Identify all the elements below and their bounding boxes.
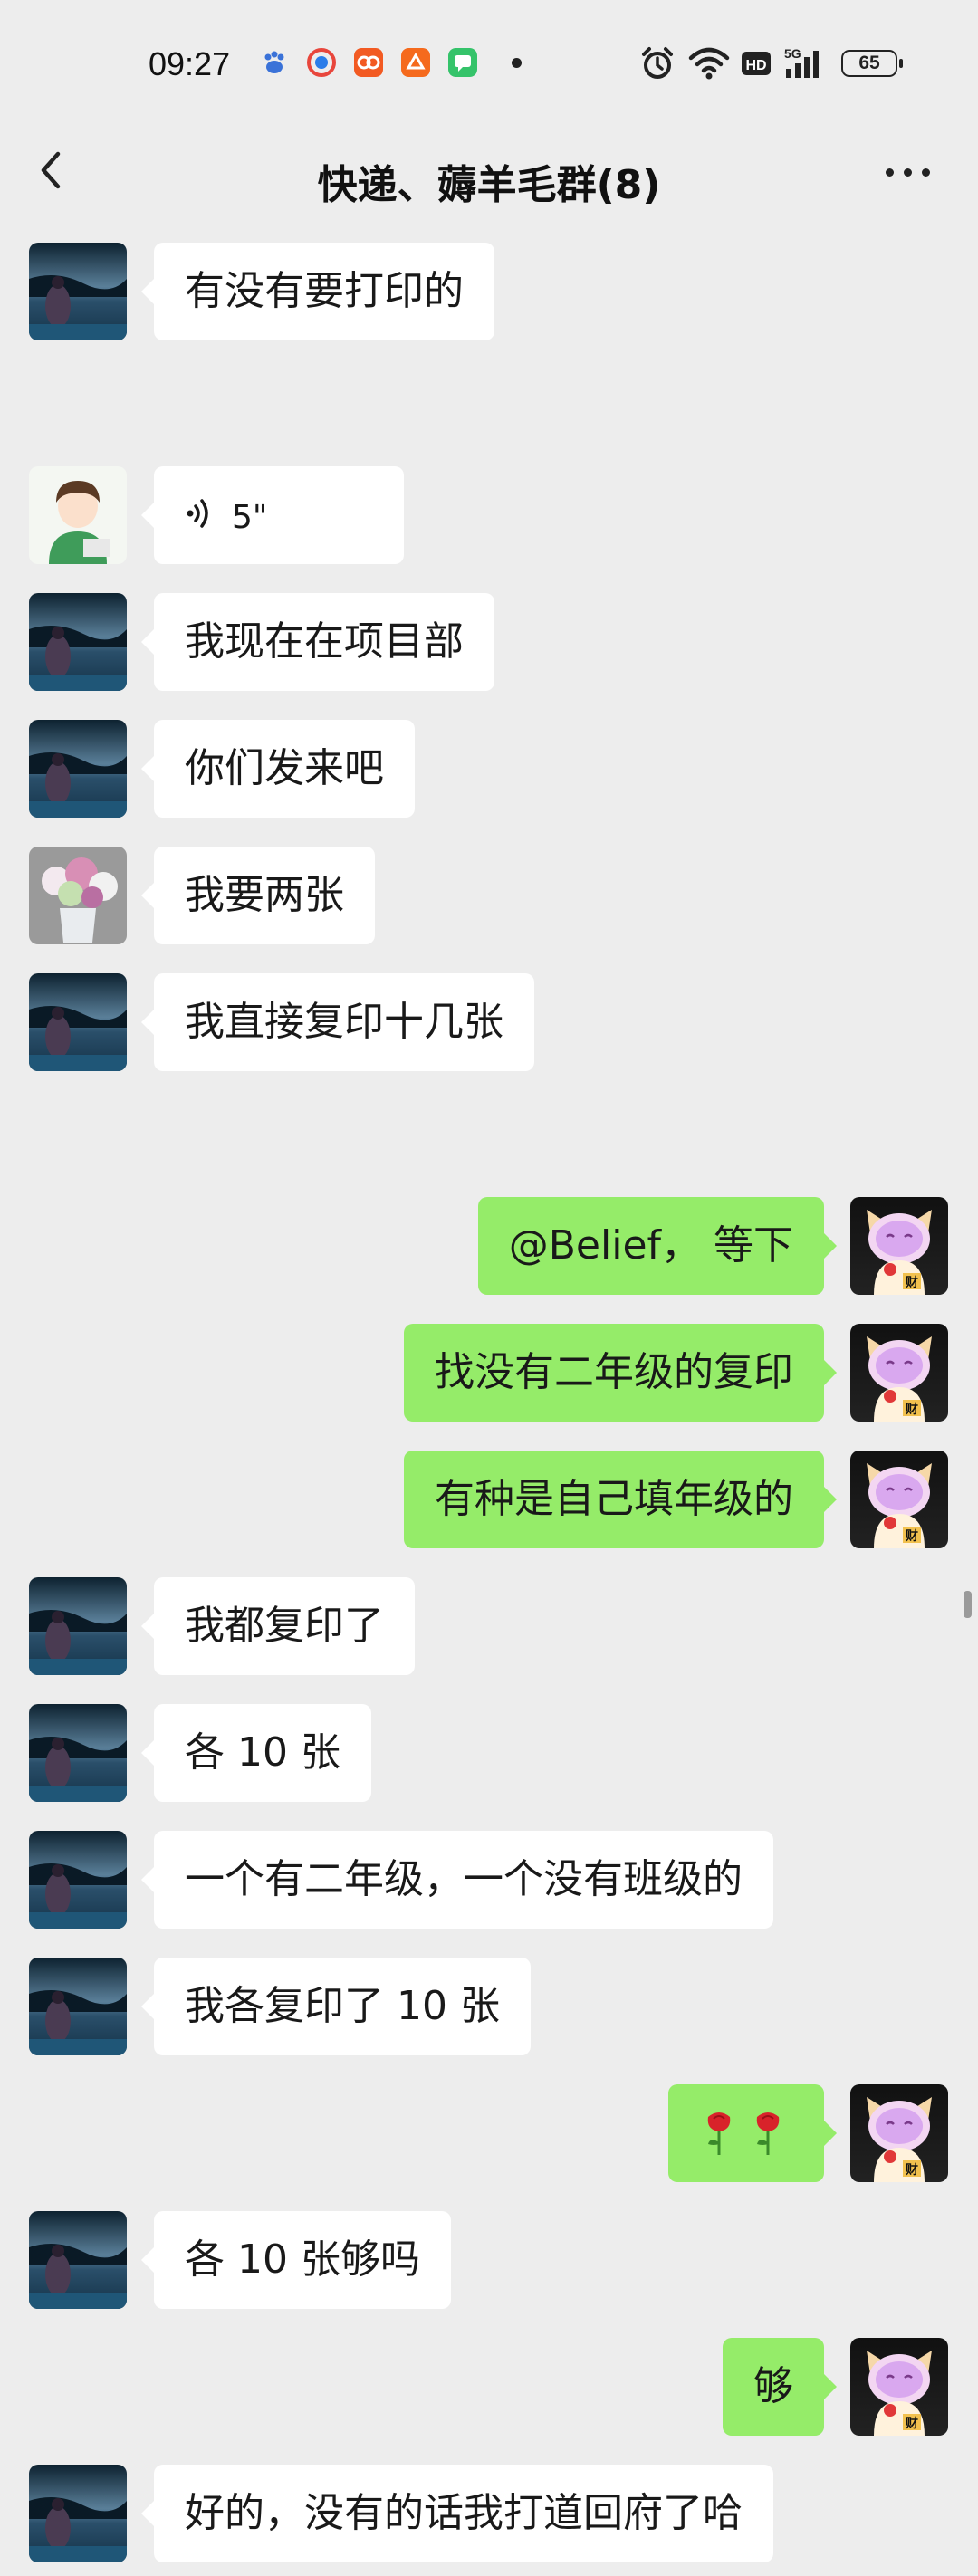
avatar[interactable] (29, 973, 127, 1071)
message-row: 我要两张 (0, 847, 978, 946)
message-app-icon (448, 48, 477, 77)
avatar[interactable] (29, 466, 127, 564)
battery-level: 65 (858, 53, 880, 73)
avatar[interactable] (29, 243, 127, 340)
voice-icon (187, 499, 208, 528)
avatar[interactable]: 财 (850, 1197, 948, 1295)
avatar[interactable] (29, 1958, 127, 2055)
alarm-icon (642, 47, 673, 79)
message-bubble[interactable]: @Belief， 等下 (477, 1197, 838, 1295)
svg-text:财: 财 (905, 1402, 918, 1417)
browser-app-icon (307, 48, 336, 77)
message-row: 你们发来吧 (0, 720, 978, 819)
message-bubble[interactable]: 各 10 张 (141, 1704, 371, 1802)
message-bubble[interactable]: 我现在在项目部 (141, 593, 494, 691)
message-row: 财 够 (0, 2338, 978, 2437)
message-row: 我现在在项目部 (0, 593, 978, 693)
chat-header: 快递、薅羊毛群(8) (0, 118, 978, 226)
message-bubble[interactable]: 好的，没有的话我打道回府了哈 (141, 2465, 773, 2562)
message-bubble[interactable]: 有种是自己填年级的 (404, 1451, 837, 1548)
avatar[interactable] (29, 1577, 127, 1675)
message-row: 好的，没有的话我打道回府了哈 (0, 2465, 978, 2564)
message-bubble[interactable]: 够 (723, 2338, 837, 2436)
message-row: 财 有种是自己填年级的 (0, 1451, 978, 1550)
avatar[interactable] (29, 1704, 127, 1802)
svg-text:财: 财 (905, 1275, 918, 1290)
message-bubble[interactable]: 我各复印了 10 张 (141, 1958, 531, 2055)
message-bubble[interactable]: 各 10 张够吗 (141, 2211, 451, 2309)
hd-icon: HD (742, 52, 771, 75)
message-row: 财 @Belief， 等下 (0, 1197, 978, 1297)
taobao-app-icon (354, 48, 383, 77)
avatar[interactable] (29, 2465, 127, 2562)
emoji-message-bubble[interactable] (668, 2084, 837, 2182)
message-bubble[interactable]: 我直接复印十几张 (141, 973, 534, 1071)
message-bubble[interactable]: 找没有二年级的复印 (404, 1324, 837, 1422)
avatar[interactable]: 财 (850, 1324, 948, 1422)
avatar[interactable] (29, 847, 127, 944)
message-row: 财 (0, 2084, 978, 2184)
message-row: 财 找没有二年级的复印 (0, 1324, 978, 1423)
more-notifications-dot (512, 58, 522, 68)
5g-signal-icon: 5G (784, 46, 819, 78)
avatar[interactable]: 财 (850, 2084, 948, 2182)
svg-text:财: 财 (905, 2162, 918, 2178)
message-bubble[interactable]: 有没有要打印的 (141, 243, 494, 340)
svg-text:5G: 5G (784, 46, 801, 61)
status-time: 09:27 (149, 45, 231, 82)
avatar[interactable] (29, 2211, 127, 2309)
status-bar: 09:27 HD 5G 65 (0, 0, 978, 118)
avatar[interactable]: 财 (850, 2338, 948, 2436)
message-bubble[interactable]: 我要两张 (141, 847, 375, 944)
shop-app-icon (401, 48, 430, 77)
message-bubble[interactable]: 你们发来吧 (141, 720, 415, 818)
svg-text:财: 财 (905, 1528, 918, 1544)
avatar[interactable] (29, 1831, 127, 1929)
message-row: 各 10 张够吗 (0, 2211, 978, 2311)
message-row: 5" (0, 466, 978, 566)
battery-icon: 65 (841, 50, 903, 77)
svg-text:HD: HD (745, 58, 766, 73)
message-row: 有没有要打印的 (0, 243, 978, 342)
message-row: 一个有二年级，一个没有班级的 (0, 1831, 978, 1930)
scrollbar[interactable] (964, 1591, 972, 1618)
voice-duration: 5" (232, 499, 268, 536)
avatar[interactable] (29, 720, 127, 818)
avatar[interactable] (29, 593, 127, 691)
message-bubble[interactable]: 一个有二年级，一个没有班级的 (141, 1831, 773, 1929)
rose-icon (756, 2112, 780, 2155)
more-options-icon[interactable] (880, 150, 936, 196)
avatar[interactable]: 财 (850, 1451, 948, 1548)
wifi-icon (688, 47, 730, 80)
message-row: 我都复印了 (0, 1577, 978, 1677)
voice-message-bubble[interactable]: 5" (141, 466, 404, 564)
rose-icon (707, 2112, 731, 2155)
baidu-app-icon (264, 51, 284, 73)
message-row: 我各复印了 10 张 (0, 1958, 978, 2057)
message-bubble[interactable]: 我都复印了 (141, 1577, 415, 1675)
message-row: 各 10 张 (0, 1704, 978, 1804)
chat-title[interactable]: 快递、薅羊毛群(8) (0, 152, 978, 210)
svg-text:财: 财 (905, 2416, 918, 2431)
message-row: 我直接复印十几张 (0, 973, 978, 1073)
